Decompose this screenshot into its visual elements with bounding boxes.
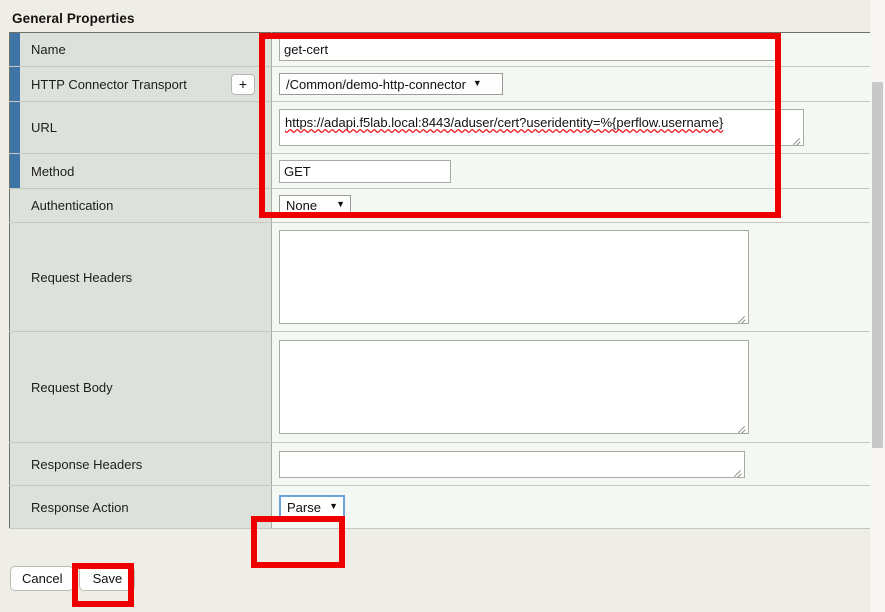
value-method — [271, 153, 874, 189]
label-response-action: Response Action — [20, 485, 272, 529]
label-request-headers-text: Request Headers — [31, 269, 133, 285]
url-textarea-value: https://adapi.f5lab.local:8443/aduser/ce… — [285, 115, 724, 130]
resize-grip-icon[interactable] — [731, 465, 743, 477]
method-input[interactable] — [279, 159, 451, 183]
value-http-connector-transport: /Common/demo-http-connector ▼ — [271, 66, 874, 102]
http-connector-transport-select[interactable]: /Common/demo-http-connector ▼ — [279, 73, 503, 95]
http-connector-transport-value: /Common/demo-http-connector — [286, 76, 466, 92]
label-request-headers: Request Headers — [20, 222, 272, 332]
label-request-body-text: Request Body — [31, 379, 113, 395]
label-url-text: URL — [31, 120, 58, 135]
required-accent-bar — [9, 153, 20, 189]
accent-bar — [9, 222, 20, 332]
url-textarea[interactable]: https://adapi.f5lab.local:8443/aduser/ce… — [279, 109, 804, 146]
chevron-down-icon: ▼ — [336, 199, 345, 209]
table-row-name: Name — [9, 32, 874, 67]
accent-bar — [9, 485, 20, 529]
label-name-text: Name — [31, 42, 66, 57]
cancel-button[interactable]: Cancel — [10, 566, 75, 591]
vertical-scrollbar-thumb[interactable] — [872, 82, 883, 448]
label-http-connector-transport-text: HTTP Connector Transport — [31, 76, 187, 92]
required-accent-bar — [9, 101, 20, 154]
value-authentication: None ▼ — [271, 188, 874, 223]
value-request-headers — [271, 222, 874, 332]
form-button-bar: Cancel Save — [10, 566, 136, 591]
table-row-response-action: Response Action Parse ▼ — [9, 485, 874, 529]
table-row-url: URL https://adapi.f5lab.local:8443/aduse… — [9, 101, 874, 154]
value-response-action: Parse ▼ — [271, 485, 874, 529]
resize-grip-icon[interactable] — [735, 421, 747, 433]
label-name: Name — [20, 32, 272, 67]
value-url: https://adapi.f5lab.local:8443/aduser/ce… — [271, 101, 874, 154]
request-headers-textarea[interactable] — [279, 230, 749, 324]
accent-bar — [9, 442, 20, 486]
response-headers-textarea[interactable] — [279, 450, 745, 478]
vertical-scrollbar[interactable] — [870, 0, 885, 612]
table-row-request-headers: Request Headers — [9, 222, 874, 332]
label-response-headers-text: Response Headers — [31, 456, 143, 472]
label-method-text: Method — [31, 163, 75, 179]
required-accent-bar — [9, 66, 20, 102]
value-request-body — [271, 331, 874, 443]
label-http-connector-transport: HTTP Connector Transport + — [20, 66, 272, 102]
value-response-headers — [271, 442, 874, 486]
table-row-method: Method — [9, 153, 874, 189]
label-request-body: Request Body — [20, 331, 272, 443]
response-action-select[interactable]: Parse ▼ — [279, 495, 345, 519]
value-name — [271, 32, 874, 67]
label-response-headers: Response Headers — [20, 442, 272, 486]
name-input[interactable] — [279, 38, 777, 61]
page-title: General Properties — [12, 11, 135, 26]
table-row-authentication: Authentication None ▼ — [9, 188, 874, 223]
label-response-action-text: Response Action — [31, 499, 129, 515]
save-button[interactable]: Save — [79, 566, 136, 591]
table-row-request-body: Request Body — [9, 331, 874, 443]
label-authentication-text: Authentication — [31, 198, 114, 213]
response-action-value: Parse — [287, 499, 321, 515]
label-url: URL — [20, 101, 272, 154]
label-authentication: Authentication — [20, 188, 272, 223]
resize-grip-icon[interactable] — [735, 311, 747, 323]
accent-bar — [9, 188, 20, 223]
authentication-value: None — [286, 198, 318, 213]
chevron-down-icon: ▼ — [329, 500, 338, 511]
request-body-textarea[interactable] — [279, 340, 749, 434]
table-row-http-connector-transport: HTTP Connector Transport + /Common/demo-… — [9, 66, 874, 102]
required-accent-bar — [9, 32, 20, 67]
add-connector-button[interactable]: + — [231, 73, 255, 95]
general-properties-table: Name HTTP Connector Transport + /Common/… — [9, 32, 874, 529]
table-row-response-headers: Response Headers — [9, 442, 874, 486]
chevron-down-icon: ▼ — [472, 77, 482, 88]
accent-bar — [9, 331, 20, 443]
label-method: Method — [20, 153, 272, 189]
authentication-select[interactable]: None ▼ — [279, 194, 351, 217]
resize-grip-icon[interactable] — [790, 133, 802, 145]
